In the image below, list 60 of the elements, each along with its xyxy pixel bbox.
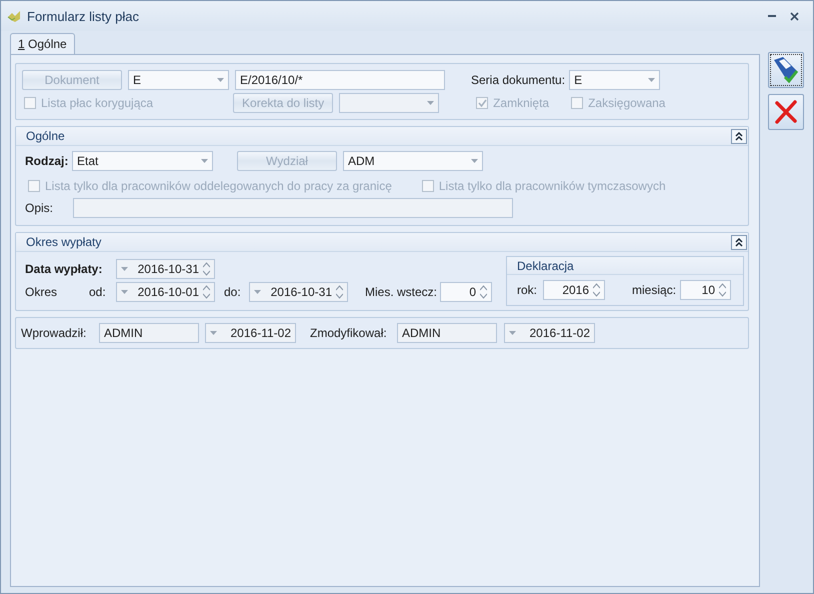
document-type-combo[interactable]: E — [128, 70, 229, 90]
created-by-field[interactable]: ADMIN — [99, 323, 199, 343]
year-field[interactable]: 2016 — [543, 280, 606, 300]
field-label: Mies. wstecz: — [365, 285, 438, 299]
collapse-button[interactable] — [731, 128, 747, 144]
check-icon — [478, 99, 487, 107]
field-label: Seria dokumentu: — [471, 73, 566, 87]
section-title: Ogólne — [26, 129, 65, 143]
field-label: Zmodyfikował: — [310, 326, 388, 340]
collapse-button[interactable] — [731, 234, 747, 250]
series-combo[interactable]: E — [569, 70, 660, 90]
dropdown-caret-icon — [471, 158, 478, 162]
dropdown-caret-icon — [254, 290, 261, 294]
payment-date-field[interactable]: 2016-10-31 — [116, 259, 215, 279]
field-label: rok: — [517, 282, 538, 296]
field-label: Opis: — [25, 201, 54, 215]
modified-date-field[interactable]: 2016-11-02 — [504, 323, 595, 343]
dropdown-caret-icon — [121, 290, 128, 294]
dropdown-caret-icon — [121, 267, 128, 271]
field-label: Rodzaj: — [25, 154, 70, 168]
spin-arrows-icon[interactable] — [203, 285, 210, 299]
app-icon — [7, 10, 21, 22]
department-combo[interactable]: ADM — [343, 150, 483, 170]
months-back-field[interactable]: 0 — [440, 282, 492, 302]
cancel-button[interactable] — [768, 94, 804, 130]
spin-arrows-icon[interactable] — [336, 285, 343, 299]
dropdown-caret-icon — [201, 158, 208, 162]
field-label: Wprowadził: — [21, 326, 88, 340]
dropdown-caret-icon — [648, 78, 656, 82]
date-to-field[interactable]: 2016-10-31 — [249, 282, 348, 302]
section-title: Okres wypłaty — [26, 235, 102, 249]
field-label: Okres — [25, 285, 58, 299]
created-date-field[interactable]: 2016-11-02 — [205, 323, 296, 343]
modified-by-field[interactable]: ADMIN — [397, 323, 497, 343]
field-label: od: — [89, 285, 107, 299]
dropdown-caret-icon — [427, 101, 434, 105]
spin-arrows-icon[interactable] — [593, 282, 600, 296]
spin-arrows-icon[interactable] — [719, 282, 726, 296]
date-from-field[interactable]: 2016-10-01 — [116, 282, 215, 302]
month-field[interactable]: 10 — [680, 280, 732, 300]
double-chevron-icon — [735, 238, 743, 246]
document-number-field[interactable]: E/2016/10/* — [235, 70, 445, 90]
field-label: do: — [224, 285, 242, 299]
field-label: Data wypłaty: — [25, 262, 104, 276]
correction-combo[interactable] — [339, 93, 440, 113]
group-title: Deklaracja — [517, 258, 574, 272]
spin-arrows-icon[interactable] — [480, 285, 488, 299]
dropdown-caret-icon — [210, 331, 217, 335]
close-icon — [773, 99, 799, 125]
tab[interactable]: 1 Ogólne — [10, 33, 75, 54]
field-label: miesiąc: — [632, 282, 678, 296]
double-chevron-icon — [735, 132, 743, 140]
dropdown-caret-icon — [509, 331, 516, 335]
window-title: Formularz listy płac — [27, 8, 140, 24]
floppy-check-icon — [771, 55, 801, 85]
spin-arrows-icon[interactable] — [203, 262, 210, 276]
dropdown-caret-icon — [217, 78, 224, 82]
save-button[interactable] — [768, 52, 804, 88]
description-field[interactable] — [73, 198, 513, 218]
type-combo[interactable]: Etat — [72, 150, 213, 170]
